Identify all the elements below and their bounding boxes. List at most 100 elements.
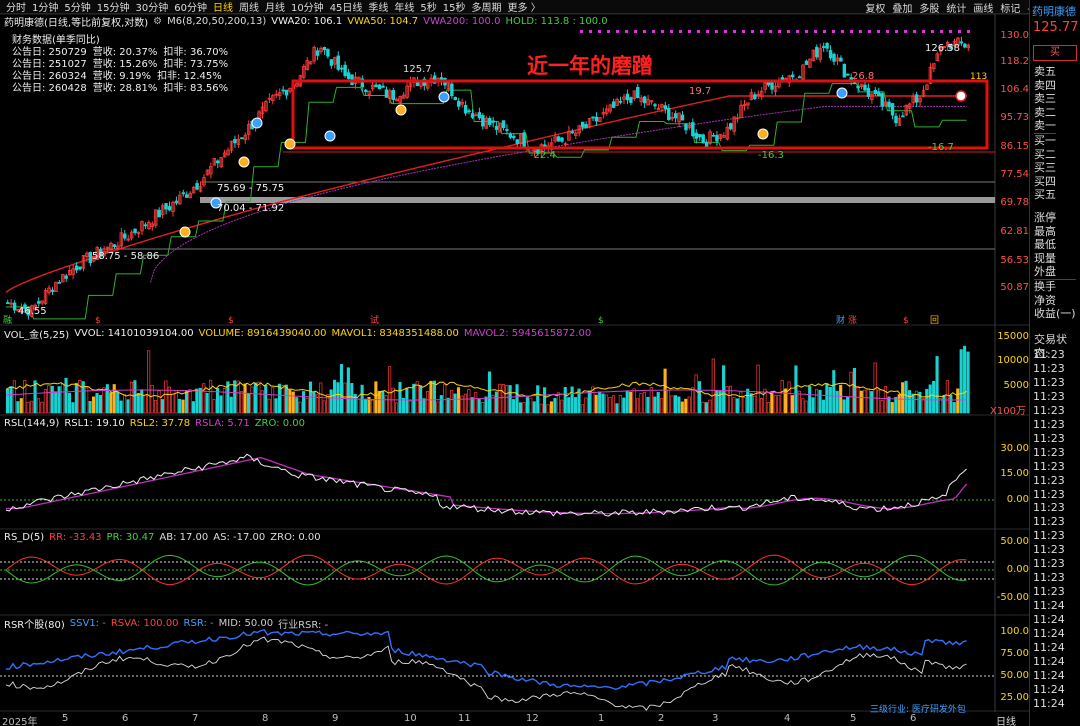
candle-body xyxy=(684,123,688,131)
rsl-name[interactable]: RSL(144,9) xyxy=(4,418,59,429)
candle-body xyxy=(584,124,588,129)
volume-bar xyxy=(608,396,612,414)
rsr-name[interactable]: RSR个股(80) xyxy=(4,616,65,631)
volume-bar xyxy=(439,395,443,414)
trade-time: 11:24 xyxy=(1033,613,1065,627)
order-book-4[interactable]: 卖一 xyxy=(1034,119,1056,133)
volume-bar xyxy=(666,389,671,414)
rsl-tick: 0.00 xyxy=(1006,494,1029,505)
volume-bar xyxy=(928,384,932,414)
candle-body xyxy=(133,228,137,233)
volume-bar xyxy=(350,382,354,414)
order-book-0[interactable]: 卖五 xyxy=(1034,65,1056,79)
chart-canvas[interactable]: 融 $ $ 试 $ 财涨 $ 回 xyxy=(0,0,1029,712)
candle-body xyxy=(185,194,189,198)
candle-body xyxy=(281,89,285,92)
volume-bar xyxy=(742,397,746,414)
stock-chart-app: 分时 1分钟 5分钟 15分钟 30分钟 60分钟 日线 周线 月线 10分钟 45日线 季线 年线 5秒… xyxy=(0,0,1080,726)
price-tick: 130.0 xyxy=(1000,30,1029,41)
volume-bar xyxy=(446,397,450,414)
order-book-9[interactable]: 买五 xyxy=(1034,188,1056,202)
candle-body xyxy=(877,91,881,97)
volume-bar xyxy=(415,381,419,414)
top-dot xyxy=(931,30,934,33)
volume-bar xyxy=(288,389,292,414)
volume-bar xyxy=(711,358,715,414)
volume-bar xyxy=(47,385,51,414)
rsr-tick: 75.00 xyxy=(1000,648,1029,659)
volume-bar xyxy=(832,370,836,414)
rsr-tick: 100.0 xyxy=(1000,626,1029,637)
volume-bar xyxy=(673,395,677,414)
candle-body xyxy=(315,50,320,56)
candle-body xyxy=(477,112,482,119)
candle-body xyxy=(856,85,860,89)
event-tag: 融 xyxy=(3,315,12,326)
top-dot xyxy=(598,30,601,33)
volume-bar xyxy=(777,395,781,414)
vol-name[interactable]: VOL_金(5,25) xyxy=(4,326,69,341)
price-tick: 62.81 xyxy=(1000,226,1029,237)
rsd-name[interactable]: RS_D(5) xyxy=(4,532,44,543)
as-value: AS: -17.00 xyxy=(213,531,266,543)
volume-bar xyxy=(481,402,485,414)
order-book-5[interactable]: 买一 xyxy=(1034,132,1056,148)
volume-bar xyxy=(246,393,251,414)
stock-name[interactable]: 药明康德 xyxy=(1032,3,1076,19)
volume-bar xyxy=(677,396,681,414)
volume-bar xyxy=(811,397,815,414)
volume-bar xyxy=(539,403,543,414)
volume-bar xyxy=(963,345,967,414)
volume-bar xyxy=(880,400,884,414)
top-dot xyxy=(625,30,628,33)
volume-bar xyxy=(105,384,109,414)
candle-body xyxy=(391,89,396,100)
top-dot xyxy=(823,30,826,33)
volume-bar xyxy=(54,391,58,414)
candle-body xyxy=(329,59,334,66)
trade-time: 11:23 xyxy=(1033,585,1065,599)
order-book-6[interactable]: 买二 xyxy=(1034,148,1056,162)
volume-bar xyxy=(191,401,195,414)
label-26-8: 26.8 xyxy=(852,71,875,82)
rsl-main-line xyxy=(5,453,967,517)
volume-bar xyxy=(639,393,643,414)
signal-marker-icon xyxy=(836,87,848,99)
volume-bar xyxy=(202,383,206,414)
candle-body xyxy=(12,302,17,311)
buy-button[interactable]: 买 xyxy=(1033,45,1077,61)
order-book-1[interactable]: 卖四 xyxy=(1034,79,1056,93)
volume-bar xyxy=(818,389,822,414)
candle-body xyxy=(963,43,967,48)
order-book-3[interactable]: 卖二 xyxy=(1034,106,1056,120)
volume-bar xyxy=(143,394,147,414)
order-book-2[interactable]: 卖三 xyxy=(1034,92,1056,106)
plus-marker-icon xyxy=(955,90,967,102)
volume-bar xyxy=(436,401,440,414)
volume-bar xyxy=(74,382,78,414)
volume-bar xyxy=(584,397,588,414)
candle-body xyxy=(36,301,41,304)
volume-bar xyxy=(722,365,726,414)
order-book-7[interactable]: 买三 xyxy=(1034,161,1056,175)
candle-body xyxy=(673,113,678,119)
label-last-high: 126.58 xyxy=(925,43,960,54)
hold-tag: 113 xyxy=(970,72,988,82)
volume-bar xyxy=(61,383,65,414)
volume-bar xyxy=(19,398,23,414)
volume-bar xyxy=(401,397,405,414)
volume-bar xyxy=(739,391,743,414)
volume-bar xyxy=(501,384,505,414)
volume-bar xyxy=(780,380,784,414)
volume-bar xyxy=(625,390,629,414)
volume-bar xyxy=(370,400,375,414)
rr-value: RR: -33.43 xyxy=(49,531,102,543)
volume-bar xyxy=(5,388,10,414)
stat-7: 收益(一) xyxy=(1034,307,1076,321)
candle-body xyxy=(174,200,179,204)
volume-bar xyxy=(487,371,492,414)
candle-body xyxy=(467,110,471,113)
volume-bar xyxy=(532,401,536,414)
order-book-8[interactable]: 买四 xyxy=(1034,175,1056,189)
candle-body xyxy=(50,289,55,292)
